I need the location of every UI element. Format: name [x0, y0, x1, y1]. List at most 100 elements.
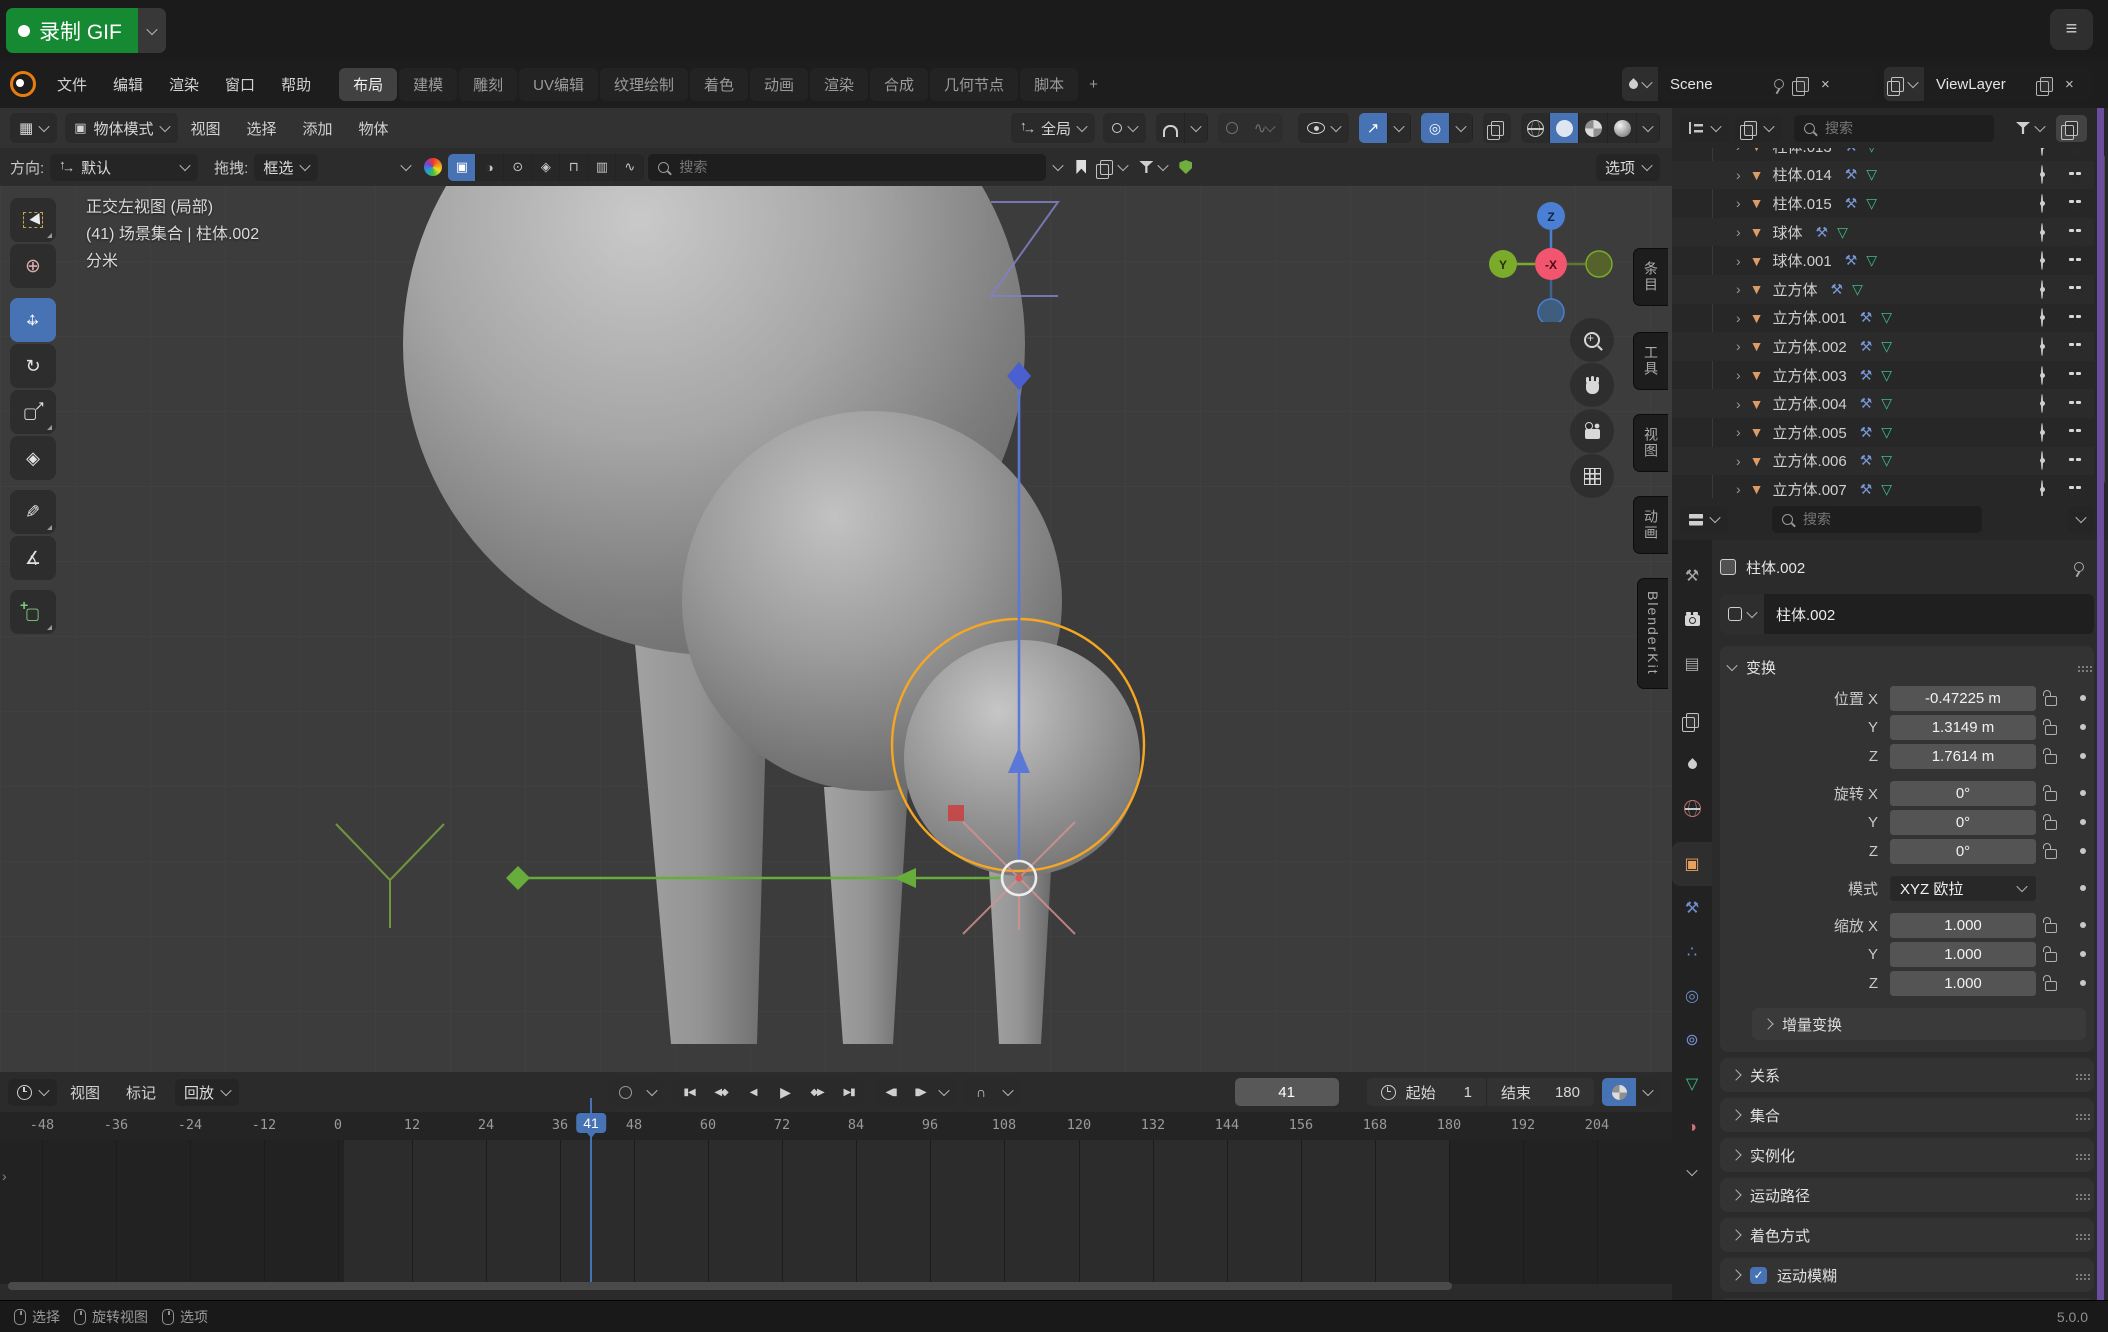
- workspace-tab-脚本[interactable]: 脚本: [1020, 68, 1078, 101]
- tab-strip-overflow[interactable]: [1672, 1150, 1712, 1194]
- animate-property-dot[interactable]: [2066, 790, 2100, 796]
- color-attribute-swatch[interactable]: [424, 158, 442, 176]
- viewlayer-name[interactable]: ViewLayer: [1924, 76, 2034, 93]
- workspace-tab-纹理绘制[interactable]: 纹理绘制: [600, 68, 688, 101]
- object-name[interactable]: 立方体.005: [1773, 422, 1847, 443]
- outliner-row[interactable]: ›▼立方体.001⚒▽: [1672, 304, 2094, 333]
- pin-icon[interactable]: [1774, 79, 1784, 89]
- new-collection-button[interactable]: [2056, 115, 2087, 142]
- outliner-row[interactable]: ›▼球体⚒▽: [1672, 218, 2094, 247]
- lock-toggle[interactable]: [2036, 946, 2066, 962]
- outliner-row[interactable]: ›▼立方体.005⚒▽: [1672, 418, 2094, 447]
- breadcrumb-object-name[interactable]: 柱体.002: [1746, 557, 1805, 578]
- properties-editor-type[interactable]: [1680, 506, 1728, 533]
- pin-icon[interactable]: [2074, 562, 2084, 572]
- animate-property-dot[interactable]: [2066, 724, 2100, 730]
- hide-in-viewport-toggle[interactable]: [2041, 148, 2043, 155]
- gizmos-toggle[interactable]: ↗: [1359, 113, 1388, 143]
- play-button[interactable]: ▶: [769, 1078, 801, 1106]
- snap-dropdown[interactable]: [1185, 113, 1208, 143]
- animate-property-dot[interactable]: [2066, 753, 2100, 759]
- playhead-label[interactable]: 41: [576, 1113, 606, 1133]
- expand-chevron-icon[interactable]: ›: [1736, 310, 1741, 326]
- menu-添加[interactable]: 添加: [290, 118, 346, 139]
- falloff-curve-icon[interactable]: ∿: [616, 154, 644, 181]
- properties-search[interactable]: [1772, 506, 1982, 533]
- outliner-row[interactable]: ›▼柱体.014⚒▽: [1672, 161, 2094, 190]
- outliner-row[interactable]: ›▼立方体.006⚒▽: [1672, 447, 2094, 476]
- object-icon-button[interactable]: [1720, 594, 1764, 634]
- filter-icon[interactable]: [2016, 122, 2030, 134]
- shading-solid-button[interactable]: [1550, 113, 1579, 143]
- clamp-icon[interactable]: ⊓: [560, 154, 588, 181]
- lock-toggle[interactable]: [2036, 719, 2066, 735]
- workspace-tab-着色[interactable]: 着色: [690, 68, 748, 101]
- outliner-row[interactable]: ›▼立方体⚒▽: [1672, 275, 2094, 304]
- animate-property-dot[interactable]: [2066, 819, 2100, 825]
- half-sphere-icon[interactable]: ◑: [476, 154, 504, 181]
- grip-icon[interactable]: [2076, 1154, 2078, 1156]
- tab-viewlayer[interactable]: [1672, 698, 1712, 742]
- hide-in-viewport-toggle[interactable]: [2041, 481, 2043, 496]
- hide-in-viewport-toggle[interactable]: [2041, 252, 2043, 269]
- object-name[interactable]: 立方体.001: [1773, 307, 1847, 328]
- animate-property-dot[interactable]: [2066, 848, 2100, 854]
- bookmark-icon[interactable]: [1076, 160, 1086, 174]
- camera-view-button[interactable]: [1570, 409, 1614, 453]
- animate-property-dot[interactable]: [2066, 980, 2100, 986]
- menu-渲染[interactable]: 渲染: [156, 74, 212, 95]
- add-cube-tool-button[interactable]: [10, 590, 56, 634]
- record-gif-main[interactable]: 录制 GIF: [6, 8, 138, 53]
- outliner-display-mode[interactable]: [1680, 115, 1729, 142]
- outliner-row[interactable]: ›▼柱体.013⚒▽: [1672, 148, 2094, 161]
- pan-button[interactable]: [1570, 363, 1614, 407]
- gizmos-dropdown[interactable]: [1388, 113, 1411, 143]
- expand-chevron-icon[interactable]: ›: [1736, 148, 1741, 154]
- tab-tool[interactable]: ⚒: [1672, 554, 1712, 598]
- workspace-tab-雕刻[interactable]: 雕刻: [459, 68, 517, 101]
- hide-in-viewport-toggle[interactable]: [2041, 424, 2043, 441]
- hide-in-viewport-toggle[interactable]: [2041, 309, 2043, 326]
- zoom-button[interactable]: [1570, 318, 1614, 362]
- window-menu-button[interactable]: ≡: [2050, 9, 2093, 50]
- scene-name[interactable]: Scene: [1658, 76, 1768, 93]
- jump-start-button[interactable]: ▮◀: [673, 1078, 705, 1106]
- mode-dropdown[interactable]: ▣物体模式: [65, 113, 177, 143]
- animate-property-dot[interactable]: [2066, 951, 2100, 957]
- hide-in-viewport-toggle[interactable]: [2041, 224, 2043, 241]
- current-frame-field[interactable]: 41: [1235, 1078, 1339, 1106]
- hide-in-viewport-toggle[interactable]: [2041, 452, 2043, 469]
- collapsed-panel-运动模糊[interactable]: ✓运动模糊: [1720, 1258, 2094, 1292]
- loop-dropdown[interactable]: [997, 1078, 1019, 1106]
- sidebar-tab-动画[interactable]: 动画: [1633, 496, 1668, 554]
- chevron-down-icon[interactable]: [1118, 160, 1129, 171]
- transform-value-field[interactable]: 1.000: [1890, 971, 2036, 996]
- expand-chevron-icon[interactable]: ›: [1736, 453, 1741, 469]
- add-workspace-button[interactable]: +: [1079, 70, 1108, 99]
- grip-icon[interactable]: [2076, 1234, 2078, 1236]
- collapsed-panel-关系[interactable]: 关系: [1720, 1058, 2094, 1092]
- axis-z-neg-ball[interactable]: [1538, 299, 1564, 322]
- transform-panel-header[interactable]: 变换: [1728, 652, 2086, 682]
- workspace-tab-布局[interactable]: 布局: [339, 68, 397, 101]
- frame-step-dropdown[interactable]: [933, 1078, 955, 1106]
- axis-y-neg-ball[interactable]: [1586, 251, 1612, 277]
- chevron-down-icon[interactable]: [401, 160, 412, 171]
- timeline-scrollbar[interactable]: [8, 1282, 1452, 1290]
- tab-particles[interactable]: ∴: [1672, 930, 1712, 974]
- chevron-down-icon[interactable]: [1158, 160, 1169, 171]
- object-name[interactable]: 柱体.013: [1773, 148, 1832, 157]
- tab-physics[interactable]: ◎: [1672, 974, 1712, 1018]
- transform-value-field[interactable]: 0°: [1890, 781, 2036, 806]
- new-viewlayer-icon[interactable]: [2040, 77, 2053, 92]
- loop-icon[interactable]: ∩: [965, 1078, 997, 1106]
- jump-end-button[interactable]: ▶▮: [833, 1078, 865, 1106]
- hide-in-viewport-toggle[interactable]: [2041, 281, 2043, 298]
- prev-keyframe-button[interactable]: ◀◆: [705, 1078, 737, 1106]
- timeline-expand-arrow[interactable]: ›: [2, 1168, 7, 1184]
- scene-canvas[interactable]: [0, 186, 1672, 1072]
- workspace-tab-渲染[interactable]: 渲染: [810, 68, 868, 101]
- lock-toggle[interactable]: [2036, 748, 2066, 764]
- object-name[interactable]: 立方体.006: [1773, 450, 1847, 471]
- tab-constraints[interactable]: ⊚: [1672, 1018, 1712, 1062]
